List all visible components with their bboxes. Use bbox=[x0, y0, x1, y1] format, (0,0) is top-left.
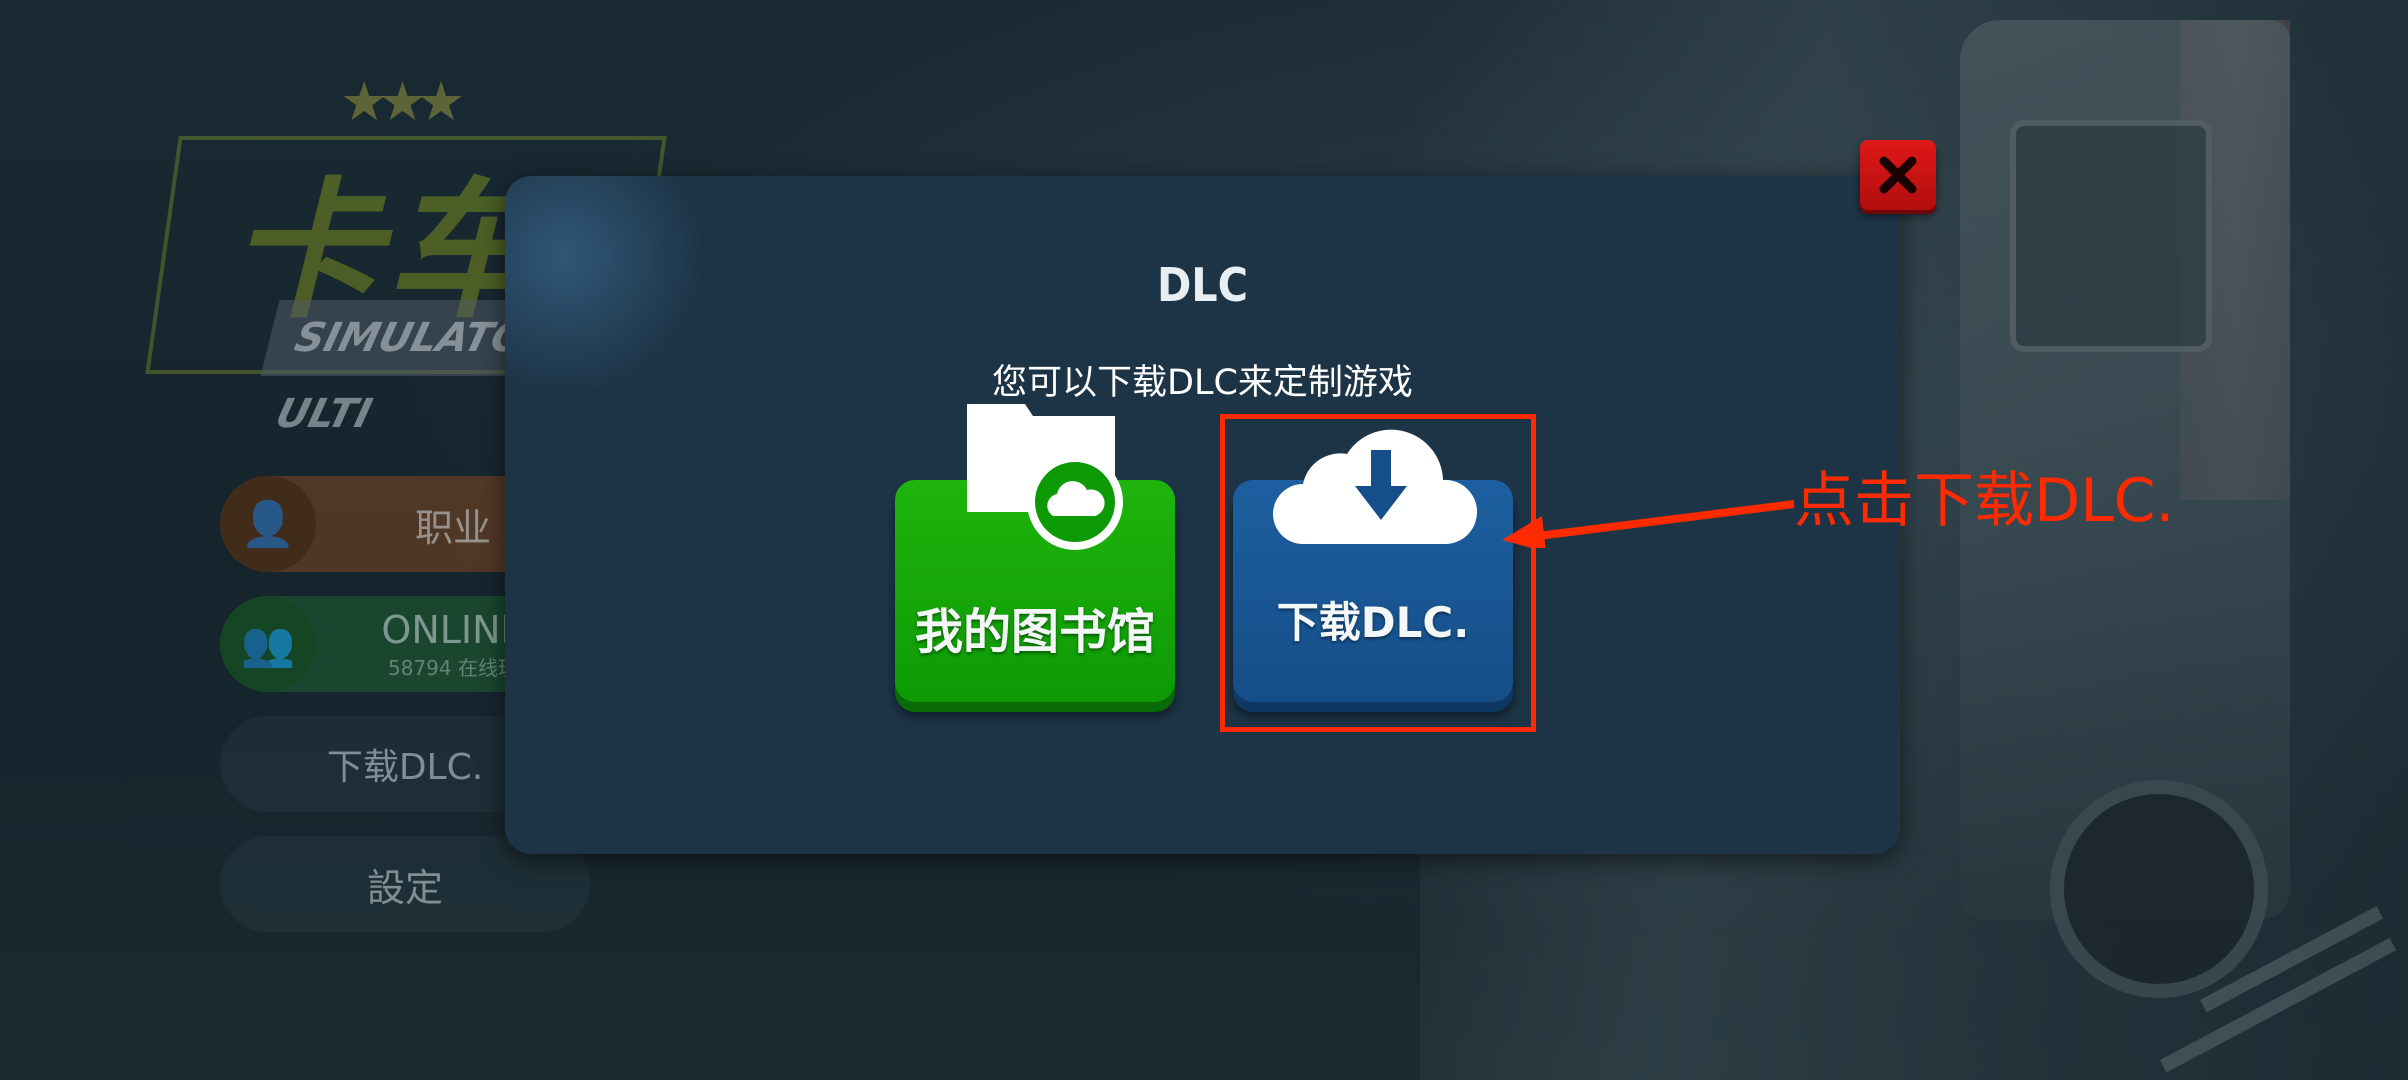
logo-stars-icon: ★★★ bbox=[340, 70, 465, 133]
close-icon bbox=[1879, 156, 1917, 194]
folder-cloud-icon bbox=[967, 404, 1123, 550]
truck-wheel bbox=[2050, 780, 2268, 998]
my-library-label: 我的图书馆 bbox=[914, 604, 1155, 660]
annotation-highlight-box bbox=[1220, 414, 1536, 732]
close-button[interactable] bbox=[1860, 140, 1936, 210]
driver-avatar-icon: 👤 bbox=[220, 476, 316, 572]
my-library-button[interactable]: 我的图书馆 bbox=[895, 404, 1175, 702]
dialog-subtitle: 您可以下载DLC来定制游戏 bbox=[992, 363, 1413, 403]
truck-window bbox=[2010, 120, 2212, 352]
online-title: ONLINE bbox=[381, 607, 525, 652]
annotation-arrow-icon bbox=[1502, 500, 1795, 548]
menu-settings-label: 設定 bbox=[366, 865, 443, 910]
players-avatar-icon: 👥 bbox=[220, 596, 316, 692]
annotation-text: 点击下载DLC. bbox=[1794, 466, 2175, 536]
dialog-title: DLC bbox=[1156, 258, 1249, 312]
